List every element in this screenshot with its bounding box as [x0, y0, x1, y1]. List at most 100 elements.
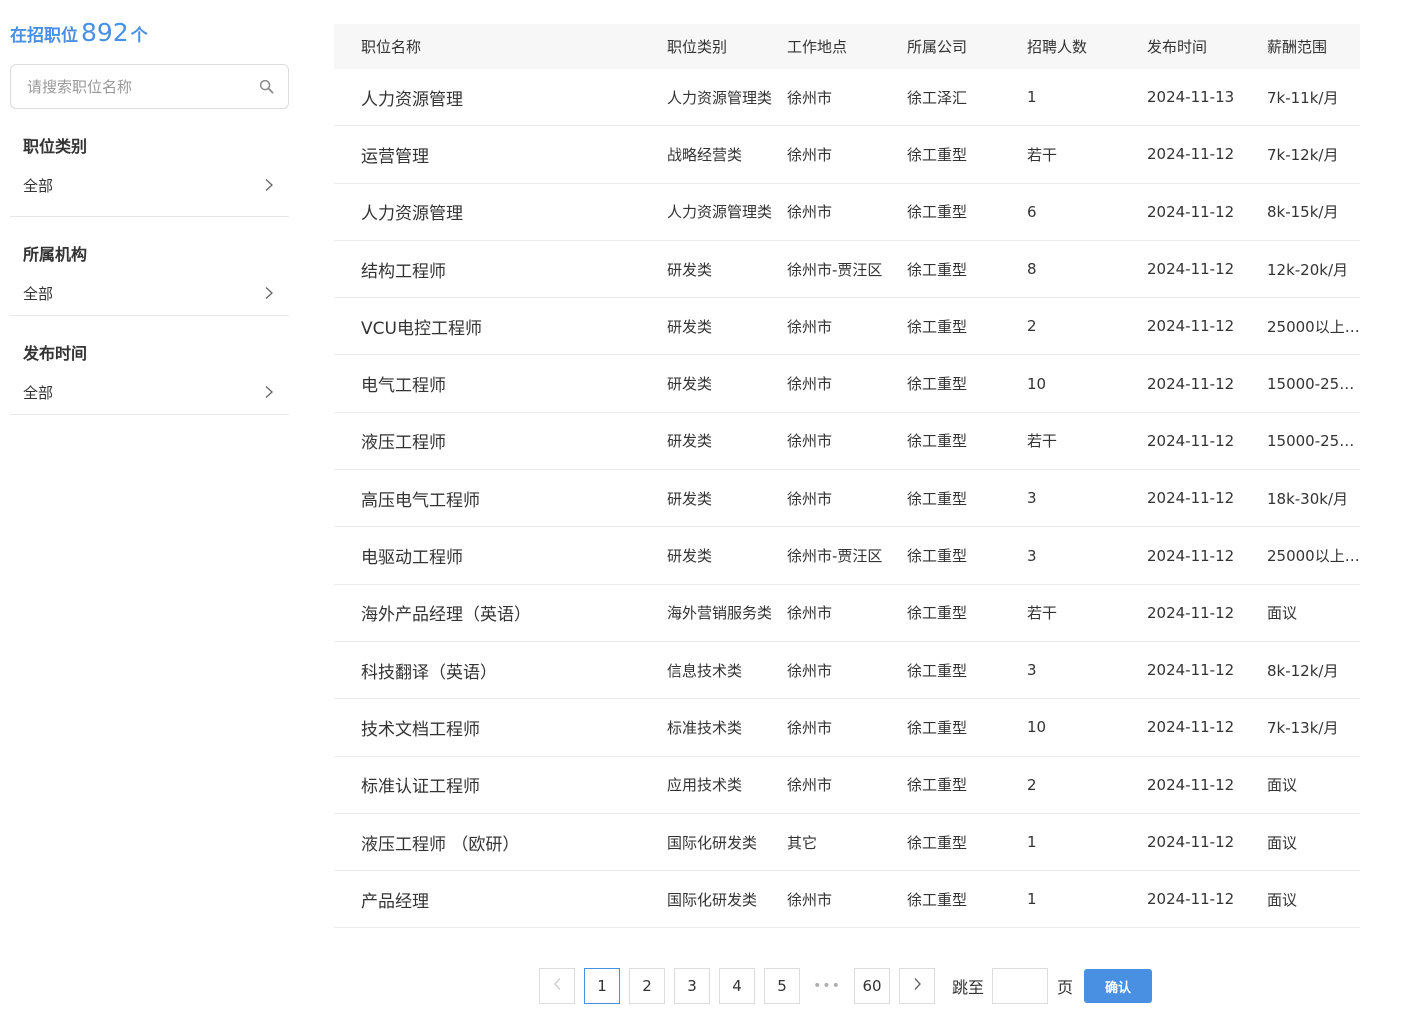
table-row[interactable]: 科技翻译（英语） 信息技术类 徐州市 徐工重型 3 2024-11-12 8k-12k/月	[334, 642, 1360, 700]
salary-cell: 面议	[1267, 890, 1298, 909]
page-ellipsis[interactable]: •••	[809, 968, 845, 1004]
page-button-2[interactable]: 2	[629, 968, 665, 1004]
location-cell: 徐州市	[787, 604, 833, 623]
header-headcount: 招聘人数	[1027, 38, 1088, 56]
page-button-1[interactable]: 1	[584, 968, 620, 1004]
table-header: 职位名称 职位类别 工作地点 所属公司 招聘人数 发布时间 薪酬范围	[334, 24, 1360, 69]
job-name-link[interactable]: 高压电气工程师	[334, 486, 667, 511]
publish-date-cell: 2024-11-12	[1147, 260, 1235, 279]
search-icon[interactable]	[258, 79, 274, 95]
salary-cell: 25000以上/月	[1267, 547, 1360, 566]
table-row[interactable]: 人力资源管理 人力资源管理类 徐州市 徐工泽汇 1 2024-11-13 7k-11k/月	[334, 69, 1360, 127]
job-category-cell: 研发类	[667, 432, 713, 451]
filter-publish-time-select[interactable]: 全部	[23, 382, 276, 402]
job-name-link[interactable]: 结构工程师	[334, 257, 667, 282]
filter-group-category: 职位类别 全部	[10, 109, 289, 217]
location-cell: 徐州市	[787, 317, 833, 336]
filter-value: 全部	[23, 176, 54, 195]
header-salary: 薪酬范围	[1267, 38, 1328, 56]
publish-date-cell: 2024-11-13	[1147, 88, 1235, 107]
company-cell: 徐工重型	[907, 145, 968, 164]
table-row[interactable]: 电驱动工程师 研发类 徐州市-贾汪区 徐工重型 3 2024-11-12 25000以上/月	[334, 527, 1360, 585]
header-job-category: 职位类别	[667, 38, 728, 56]
chevron-right-icon	[264, 178, 276, 192]
page-button-5[interactable]: 5	[764, 968, 800, 1004]
location-cell: 徐州市	[787, 718, 833, 737]
header-publish-date: 发布时间	[1147, 38, 1208, 56]
table-row[interactable]: 产品经理 国际化研发类 徐州市 徐工重型 1 2024-11-12 面议	[334, 871, 1360, 929]
table-row[interactable]: 液压工程师研发类 徐州市 徐工重型 若干 2024-11-12 15000-25000/月	[334, 413, 1360, 471]
filter-sidebar: 在招职位 892 个 职位类别 全部 所属机构 全部 发布时间 全部	[10, 18, 289, 415]
company-cell: 徐工重型	[907, 890, 968, 909]
chevron-left-icon	[553, 977, 562, 995]
job-name-link[interactable]: 电驱动工程师	[334, 543, 667, 568]
publish-date-cell: 2024-11-12	[1147, 603, 1235, 622]
salary-cell: 面议	[1267, 776, 1298, 795]
publish-date-cell: 2024-11-12	[1147, 202, 1235, 221]
table-row[interactable]: 标准认证工程师 应用技术类 徐州市 徐工重型 2 2024-11-12 面议	[334, 757, 1360, 814]
headcount-cell: 6	[1027, 202, 1037, 221]
job-name-link[interactable]: 人力资源管理	[334, 199, 667, 224]
filter-organization-select[interactable]: 全部	[23, 283, 276, 303]
confirm-jump-button[interactable]: 确认	[1084, 969, 1153, 1003]
publish-date-cell: 2024-11-12	[1147, 546, 1235, 565]
job-name-link[interactable]: 运营管理	[334, 142, 667, 167]
salary-cell: 8k-12k/月	[1267, 661, 1339, 680]
headcount-cell: 若干	[1027, 604, 1058, 623]
table-row[interactable]: 液压工程师 （欧研） 国际化研发类 其它 徐工重型 1 2024-11-12 面议	[334, 814, 1360, 872]
job-name-link[interactable]: 液压工程师 （欧研）	[334, 830, 667, 855]
company-cell: 徐工重型	[907, 317, 968, 336]
headcount-cell: 若干	[1027, 432, 1058, 451]
job-name-link[interactable]: VCU电控工程师	[334, 314, 667, 339]
table-row[interactable]: 高压电气工程师 研发类 徐州市 徐工重型 3 2024-11-12 18k-30k/月	[334, 470, 1360, 528]
header-location: 工作地点	[787, 38, 848, 56]
table-row[interactable]: 结构工程师 研发类 徐州市-贾汪区 徐工重型 8 2024-11-12 12k-20k/月	[334, 241, 1360, 299]
table-row[interactable]: 电气工程师研发类 徐州市 徐工重型 10 2024-11-12 15000-25000/月	[334, 355, 1360, 413]
page-button-3[interactable]: 3	[674, 968, 710, 1004]
job-name-link[interactable]: 电气工程师	[334, 371, 667, 396]
table-row[interactable]: 技术文档工程师 标准技术类 徐州市 徐工重型 10 2024-11-12 7k-13k/月	[334, 699, 1360, 757]
job-category-cell: 应用技术类	[667, 776, 743, 795]
job-name-link[interactable]: 海外产品经理（英语）	[334, 600, 667, 625]
table-row[interactable]: 人力资源管理 人力资源管理类 徐州市 徐工重型 6 2024-11-12 8k-15k/月	[334, 184, 1360, 241]
page-button-4[interactable]: 4	[719, 968, 755, 1004]
job-category-cell: 国际化研发类	[667, 890, 758, 909]
search-input[interactable]	[27, 77, 247, 96]
filter-title: 职位类别	[23, 137, 88, 156]
job-name-link[interactable]: 产品经理	[334, 887, 667, 912]
job-name-link[interactable]: 技术文档工程师	[334, 715, 667, 740]
salary-cell: 12k-20k/月	[1267, 260, 1349, 279]
jump-page-input[interactable]	[992, 968, 1049, 1004]
search-box	[10, 64, 289, 109]
publish-date-cell: 2024-11-12	[1147, 718, 1235, 737]
headcount-cell: 1	[1027, 833, 1037, 851]
headcount-cell: 3	[1027, 546, 1037, 565]
salary-cell: 7k-12k/月	[1267, 145, 1339, 164]
job-category-cell: 研发类	[667, 260, 713, 279]
location-cell: 徐州市	[787, 88, 833, 107]
company-cell: 徐工重型	[907, 203, 968, 222]
table-row[interactable]: VCU电控工程师 研发类 徐州市 徐工重型 2 2024-11-12 25000以上/月	[334, 298, 1360, 356]
location-cell: 徐州市	[787, 661, 833, 680]
publish-date-cell: 2024-11-12	[1147, 374, 1235, 393]
page-unit-label: 页	[1057, 978, 1074, 997]
publish-date-cell: 2024-11-12	[1147, 833, 1235, 851]
prev-page-button[interactable]	[539, 968, 575, 1004]
location-cell: 徐州市-贾汪区	[787, 260, 883, 279]
location-cell: 徐州市	[787, 776, 833, 795]
job-name-link[interactable]: 液压工程师	[334, 428, 667, 453]
publish-date-cell: 2024-11-12	[1147, 489, 1235, 508]
company-cell: 徐工重型	[907, 489, 968, 508]
next-page-button[interactable]	[899, 968, 935, 1004]
job-name-link[interactable]: 标准认证工程师	[334, 772, 667, 797]
filter-group-publish-time: 发布时间 全部	[10, 316, 289, 415]
salary-cell: 8k-15k/月	[1267, 203, 1339, 222]
table-row[interactable]: 海外产品经理（英语） 海外营销服务类 徐州市 徐工重型 若干 2024-11-12 面议	[334, 585, 1360, 642]
job-name-link[interactable]: 科技翻译（英语）	[334, 658, 667, 683]
filter-category-select[interactable]: 全部	[23, 175, 276, 195]
headcount-cell: 1	[1027, 890, 1037, 909]
job-name-link[interactable]: 人力资源管理	[334, 85, 667, 110]
chevron-right-icon	[264, 286, 276, 300]
table-row[interactable]: 运营管理 战略经营类 徐州市 徐工重型 若干 2024-11-12 7k-12k/月	[334, 126, 1360, 184]
page-button-last[interactable]: 60	[854, 968, 890, 1004]
